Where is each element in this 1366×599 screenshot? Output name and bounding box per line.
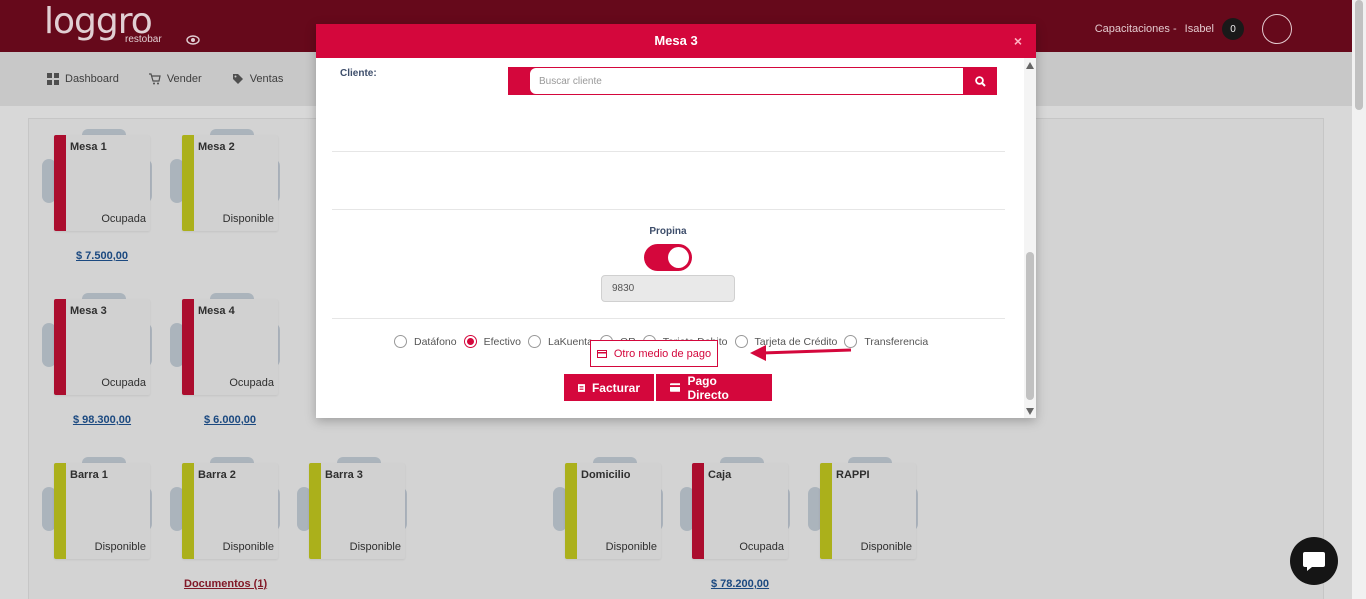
search-icon xyxy=(974,75,986,87)
card-icon xyxy=(670,383,681,392)
otro-medio-pago-label: Otro medio de pago xyxy=(613,347,712,360)
page-scrollbar[interactable] xyxy=(1352,0,1366,599)
radio-button[interactable] xyxy=(394,335,407,348)
propina-label: Propina xyxy=(649,226,687,237)
pago-directo-button[interactable]: Pago Directo xyxy=(656,373,772,402)
divider xyxy=(332,151,1005,152)
divider xyxy=(332,209,1005,210)
modal-scrollbar[interactable] xyxy=(1024,58,1036,418)
close-icon[interactable]: × xyxy=(1014,24,1022,58)
chat-icon xyxy=(1303,552,1325,571)
propina-toggle[interactable] xyxy=(644,244,692,271)
scroll-thumb[interactable] xyxy=(1026,252,1034,400)
payment-method-efectivo[interactable]: Efectivo xyxy=(463,335,521,348)
facturar-label: Facturar xyxy=(591,380,640,395)
modal-title: Mesa 3 xyxy=(654,33,698,48)
modal-actions: Facturar Pago Directo xyxy=(564,373,772,402)
otro-medio-pago-button[interactable]: Otro medio de pago xyxy=(590,340,718,367)
scroll-down-icon[interactable] xyxy=(1026,408,1034,415)
payment-method-label: Datáfono xyxy=(414,335,457,348)
cliente-search-input[interactable] xyxy=(530,68,963,94)
card-icon xyxy=(596,349,607,358)
annotation-arrow-icon xyxy=(750,345,852,361)
payment-method-label: LaKuenta xyxy=(547,335,593,348)
modal-body: Cliente: Propina Datáfono Efectivo LaKue… xyxy=(316,58,1036,418)
invoice-icon xyxy=(578,383,585,392)
facturar-button[interactable]: Facturar xyxy=(564,374,654,401)
radio-button[interactable] xyxy=(734,335,748,348)
modal-header: Mesa 3 × xyxy=(316,24,1036,58)
radio-button[interactable] xyxy=(463,335,477,348)
payment-method-lakuenta[interactable]: LaKuenta xyxy=(527,335,593,348)
payment-method-label: Transferencia xyxy=(864,335,929,348)
cliente-search xyxy=(508,67,997,95)
divider xyxy=(332,318,1005,319)
payment-modal: Mesa 3 × Cliente: Propina Datáfono Efect… xyxy=(316,24,1036,418)
chat-button[interactable] xyxy=(1290,537,1338,585)
payment-method-transferencia[interactable]: Transferencia xyxy=(844,335,928,348)
payment-method-datafono[interactable]: Datáfono xyxy=(394,335,457,348)
radio-button[interactable] xyxy=(527,335,541,348)
payment-method-label: Efectivo xyxy=(483,335,521,348)
cliente-label: Cliente: xyxy=(340,68,377,79)
pago-directo-label: Pago Directo xyxy=(687,373,729,402)
scroll-up-icon[interactable] xyxy=(1026,62,1034,69)
propina-amount-field[interactable] xyxy=(601,275,735,302)
search-button[interactable] xyxy=(963,67,997,95)
